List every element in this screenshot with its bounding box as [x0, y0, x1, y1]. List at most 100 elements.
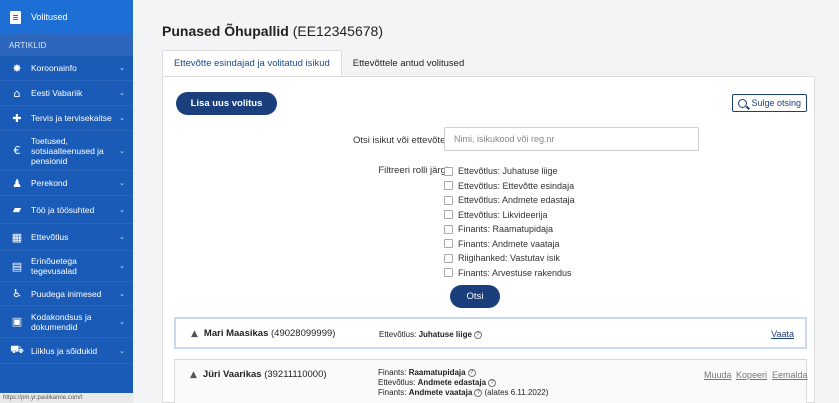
- role-prefix: Finants:: [378, 388, 409, 397]
- role-list: Ettevõtlus: Juhatuse liige?: [379, 330, 482, 340]
- sidebar-item-kodakondsus[interactable]: ▣ Kodakondsus ja dokumendid ⌄: [0, 306, 133, 338]
- chevron-down-icon: ⌄: [119, 179, 125, 187]
- company-name: Punased Õhupallid: [162, 23, 289, 39]
- health-icon: ✚: [12, 111, 22, 125]
- search-label: Otsi isikut või ettevõtet: [352, 135, 448, 146]
- sidebar-item-erinouetega[interactable]: ▤ Erinõuetega tegevusalad ⌄: [0, 251, 133, 282]
- add-authorization-button[interactable]: Lisa uus volitus: [176, 92, 277, 115]
- sidebar-item-tervis[interactable]: ✚ Tervis ja tervisekaitse ⌄: [0, 106, 133, 131]
- role-line: Ettevõtlus: Andmete edastaja?: [378, 378, 548, 388]
- building-icon: ▦: [11, 230, 23, 244]
- role-filter-option[interactable]: Finants: Arvestuse rakendus: [444, 266, 575, 281]
- role-line: Finants: Andmete vaataja? (alates 6.11.2…: [378, 388, 548, 398]
- checkbox[interactable]: [444, 210, 453, 220]
- person-name: ▲ Mari Maasikas (49028099999): [191, 328, 335, 339]
- list-item: ▲ Mari Maasikas (49028099999) Ettevõtlus…: [174, 317, 807, 349]
- remove-link[interactable]: Eemalda: [772, 370, 808, 380]
- role-filter-option[interactable]: Finants: Andmete vaataja: [444, 237, 575, 252]
- sidebar-item-eesti-vabariik[interactable]: ⌂ Eesti Vabariik ⌄: [0, 81, 133, 106]
- sidebar-item-label: Volitused: [31, 12, 68, 22]
- person-id: (39211110000): [264, 369, 327, 380]
- help-icon[interactable]: ?: [467, 368, 476, 377]
- tab-panel: Lisa uus volitus Sulge otsing Otsi isiku…: [162, 76, 815, 403]
- role-name: Raamatupidaja: [408, 368, 466, 377]
- checkbox[interactable]: [444, 253, 453, 263]
- role-filter-option[interactable]: Ettevõtlus: Ettevõtte esindaja: [444, 179, 575, 194]
- role-prefix: Ettevõtlus:: [378, 378, 418, 387]
- role-filter-option[interactable]: Riigihanked: Vastutav isik: [444, 251, 575, 266]
- chevron-down-icon: ⌄: [119, 346, 125, 355]
- sidebar-item-label: Eesti Vabariik: [31, 88, 83, 98]
- help-icon[interactable]: ?: [488, 378, 497, 387]
- help-icon[interactable]: ?: [473, 330, 482, 339]
- chevron-down-icon: ⌄: [119, 233, 125, 241]
- person-icon: ▲: [190, 369, 197, 380]
- family-icon: ♟: [12, 176, 22, 190]
- person-fullname: Jüri Vaarikas: [202, 369, 262, 380]
- edit-link[interactable]: Muuda: [704, 370, 732, 380]
- accessibility-icon: ♿: [12, 287, 22, 300]
- sidebar-item-liiklus[interactable]: ⛟ Liiklus ja sõidukid ⌄: [0, 338, 133, 364]
- role-name: Andmete vaataja: [408, 388, 473, 397]
- car-icon: ⛟: [10, 343, 24, 356]
- role-name: Andmete edastaja: [417, 378, 487, 387]
- person-name: ▲ Jüri Vaarikas (39211110000): [190, 369, 327, 380]
- document-icon: ▤: [11, 259, 23, 273]
- role-filter-label: Finants: Raamatupidaja: [458, 224, 554, 235]
- virus-icon: ✸: [12, 61, 22, 75]
- chevron-down-icon: ⌄: [119, 64, 125, 72]
- copy-link[interactable]: Kopeeri: [736, 370, 767, 380]
- chevron-down-icon: ⌄: [119, 262, 125, 270]
- page-title: Punased Õhupallid (EE12345678): [162, 23, 383, 39]
- role-filter-option[interactable]: Ettevõtlus: Juhatuse liige: [444, 164, 575, 179]
- euro-icon: €: [13, 144, 21, 157]
- role-prefix: Ettevõtlus:: [379, 330, 419, 339]
- sidebar-item-volitused[interactable]: Volitused: [0, 0, 133, 34]
- main-content: Punased Õhupallid (EE12345678) Ettevõtte…: [133, 0, 839, 403]
- role-filter-option[interactable]: Finants: Raamatupidaja: [444, 222, 575, 237]
- sidebar-heading: ARTIKLID: [0, 34, 133, 56]
- person-id: (49028099999): [271, 328, 336, 339]
- person-icon: ▲: [191, 328, 198, 339]
- close-search-button[interactable]: Sulge otsing: [732, 94, 807, 112]
- checkbox[interactable]: [444, 166, 453, 176]
- role-filter-list: Ettevõtlus: Juhatuse liige Ettevõtlus: E…: [444, 164, 575, 280]
- sidebar-item-koroonainfo[interactable]: ✸ Koroonainfo ⌄: [0, 56, 133, 81]
- sidebar-item-label: Puudega inimesed: [31, 288, 102, 299]
- document-icon: [10, 10, 21, 24]
- sidebar-item-label: Liiklus ja sõidukid: [31, 345, 98, 356]
- role-filter-label: Riigihanked: Vastutav isik: [458, 253, 560, 264]
- checkbox[interactable]: [444, 268, 453, 278]
- role-filter-label: Finants: Arvestuse rakendus: [458, 267, 572, 278]
- search-input[interactable]: [444, 127, 699, 151]
- role-filter-option[interactable]: Ettevõtlus: Likvideerija: [444, 208, 575, 223]
- sidebar-item-toetused[interactable]: € Toetused, sotsiaalteenused ja pensioni…: [0, 131, 133, 171]
- sidebar-item-perekond[interactable]: ♟ Perekond ⌄: [0, 171, 133, 196]
- search-submit-button[interactable]: Otsi: [450, 285, 500, 308]
- id-card-icon: ▣: [11, 315, 23, 328]
- sidebar-item-puudega[interactable]: ♿ Puudega inimesed ⌄: [0, 282, 133, 306]
- role-filter-label: Finants: Andmete vaataja: [458, 238, 560, 249]
- checkbox[interactable]: [444, 239, 453, 249]
- tab-representatives[interactable]: Ettevõtte esindajad ja volitatud isikud: [162, 50, 342, 76]
- role-filter-label: Ettevõtlus: Ettevõtte esindaja: [458, 180, 575, 191]
- company-code: (EE12345678): [292, 23, 383, 39]
- checkbox[interactable]: [444, 195, 453, 205]
- sidebar-item-ettevotlus[interactable]: ▦ Ettevõtlus ⌄: [0, 224, 133, 251]
- briefcase-icon: ▰: [12, 203, 22, 216]
- sidebar-item-label: Ettevõtlus: [31, 232, 69, 242]
- close-search-label: Sulge otsing: [751, 98, 801, 108]
- tab-granted-authorizations[interactable]: Ettevõttele antud volitused: [342, 50, 475, 76]
- checkbox[interactable]: [444, 181, 453, 191]
- sidebar-item-too[interactable]: ▰ Töö ja töösuhted ⌄: [0, 196, 133, 224]
- filter-label: Filtreeri rolli järgi: [378, 165, 448, 176]
- sidebar-item-label: Erinõuetega tegevusalad: [31, 256, 77, 276]
- role-filter-option[interactable]: Ettevõtlus: Andmete edastaja: [444, 193, 575, 208]
- checkbox[interactable]: [444, 224, 453, 234]
- sidebar-item-label: Töö ja töösuhted: [31, 204, 95, 215]
- role-list: Finants: Raamatupidaja? Ettevõtlus: Andm…: [378, 368, 548, 398]
- search-icon: [738, 98, 748, 108]
- role-date: (alates 6.11.2022): [482, 388, 549, 397]
- view-link[interactable]: Vaata: [771, 329, 794, 339]
- list-item: ▲ Jüri Vaarikas (39211110000) Finants: R…: [174, 359, 808, 403]
